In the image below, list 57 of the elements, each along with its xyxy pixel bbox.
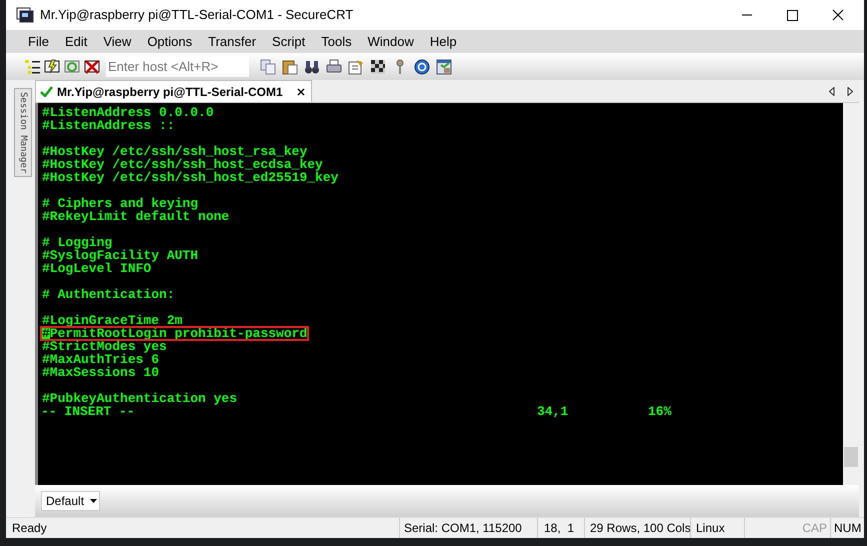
session-tab[interactable]: Mr.Yip@raspberry pi@TTL-Serial-COM1 bbox=[35, 80, 312, 102]
menu-item[interactable]: Script bbox=[264, 32, 314, 52]
menu-item[interactable]: View bbox=[95, 32, 140, 52]
host-field[interactable]: Enter host <Alt+R> bbox=[108, 56, 249, 76]
copy-icon[interactable] bbox=[260, 58, 276, 74]
menu-item[interactable]: Tools bbox=[313, 32, 360, 52]
caret-icon bbox=[90, 499, 98, 503]
terminal-line: #MaxSessions 10 bbox=[41, 366, 160, 379]
terminal-line: #ListenAddress 0.0.0.0 bbox=[41, 106, 215, 119]
terminal-line: #MaxAuthTries 6 bbox=[41, 353, 160, 366]
session-manager-tab[interactable]: Session Manager bbox=[14, 88, 32, 178]
tree-list-icon[interactable] bbox=[24, 58, 40, 74]
status-text: Ready bbox=[11, 520, 48, 537]
terminal-line: #PubkeyAuthentication yes bbox=[41, 392, 238, 405]
terminal-line: #HostKey /etc/ssh/ssh_host_rsa_key bbox=[41, 145, 308, 158]
status-text: NUM bbox=[830, 518, 864, 538]
status-text: Linux bbox=[690, 518, 744, 538]
terminal-line: #LogLevel INFO bbox=[41, 262, 152, 275]
terminal-line: #ListenAddress :: bbox=[41, 119, 176, 132]
app-icon bbox=[16, 7, 34, 23]
terminal-line: #PermitRootLogin prohibit-password bbox=[41, 327, 308, 340]
paste-icon[interactable] bbox=[282, 58, 298, 74]
tab-left-arrow-icon[interactable] bbox=[829, 87, 835, 96]
terminal-line: #HostKey /etc/ssh/ssh_host_ecdsa_key bbox=[41, 158, 323, 171]
menu-item[interactable]: Help bbox=[422, 32, 465, 52]
tab-right-arrow-icon[interactable] bbox=[847, 87, 853, 96]
tab-label: Mr.Yip@raspberry pi@TTL-Serial-COM1 bbox=[57, 84, 283, 100]
cursor-position: 34,1 bbox=[537, 405, 570, 418]
check-icon bbox=[40, 86, 53, 97]
close-icon[interactable] bbox=[832, 9, 844, 21]
maximize-icon[interactable] bbox=[787, 10, 798, 20]
terminal-line: # Logging bbox=[41, 236, 112, 249]
menu-item[interactable]: File bbox=[20, 32, 57, 52]
help-icon[interactable] bbox=[414, 58, 430, 74]
terminal-line: #RekeyLimit default none bbox=[41, 210, 230, 223]
menu-item[interactable]: Edit bbox=[56, 32, 96, 52]
terminal-line: #LoginGraceTime 2m bbox=[41, 314, 184, 327]
binoculars-icon[interactable] bbox=[304, 58, 320, 74]
menu-item[interactable]: Transfer bbox=[200, 32, 264, 52]
terminal-line: #StrictModes yes bbox=[41, 340, 168, 353]
terminal-line: #SyslogFacility AUTH bbox=[41, 249, 200, 262]
close-tab-icon[interactable] bbox=[296, 88, 305, 96]
status-text: 18, 1 bbox=[537, 518, 584, 538]
status-text: CAP bbox=[744, 518, 830, 538]
status-text: Serial: COM1, 115200 bbox=[399, 518, 537, 538]
vim-mode-text: -- INSERT -- bbox=[41, 405, 135, 418]
button-bar-selector[interactable]: Default bbox=[41, 491, 100, 511]
disconnect-icon[interactable] bbox=[84, 58, 100, 74]
window-title: Mr.Yip@raspberry pi@TTL-Serial-COM1 - SecureCRT bbox=[40, 6, 354, 24]
menu-item[interactable]: Window bbox=[360, 32, 422, 52]
terminal-line: # Ciphers and keying bbox=[41, 197, 200, 210]
menu-item[interactable]: Options bbox=[139, 32, 200, 52]
status-text: 29 Rows, 100 Cols bbox=[584, 518, 690, 538]
terminal-line: # Authentication: bbox=[41, 288, 176, 301]
print-icon[interactable] bbox=[326, 58, 342, 74]
terminal-line: #HostKey /etc/ssh/ssh_host_ed25519_key bbox=[41, 171, 340, 184]
scroll-percent: 16% bbox=[648, 405, 672, 418]
